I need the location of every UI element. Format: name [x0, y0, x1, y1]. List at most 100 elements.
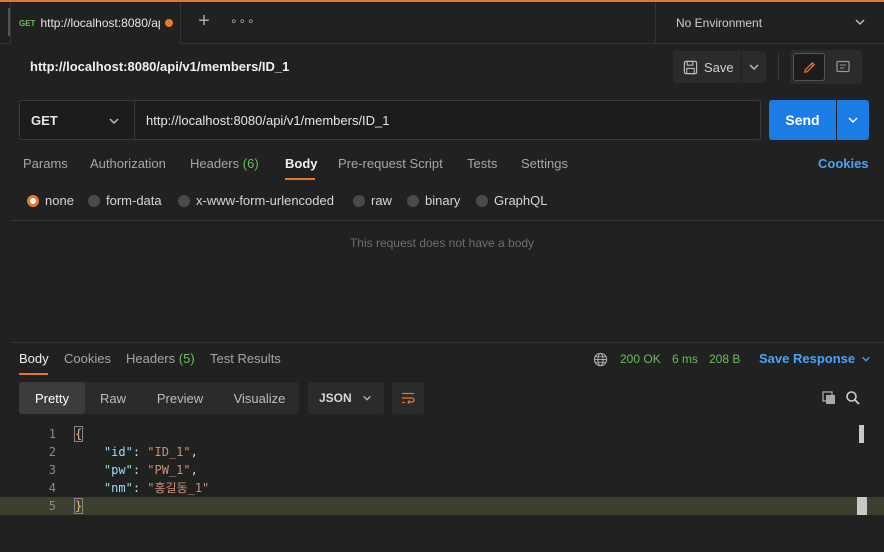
- language-select[interactable]: JSON: [308, 382, 384, 414]
- response-tab-cookies[interactable]: Cookies: [64, 351, 111, 366]
- previous-tab-edge[interactable]: [0, 8, 10, 36]
- json-value: "ID_1": [147, 445, 191, 459]
- body-type-none-label: none: [45, 193, 74, 208]
- body-type-binary[interactable]: binary: [407, 193, 460, 208]
- url-value: http://localhost:8080/api/v1/members/ID_…: [146, 112, 390, 128]
- body-type-graphql[interactable]: GraphQL: [476, 193, 547, 208]
- response-time[interactable]: 6 ms: [672, 352, 698, 366]
- tab-tests[interactable]: Tests: [467, 156, 497, 171]
- code-text: {: [73, 425, 84, 443]
- method-value: GET: [31, 112, 58, 128]
- code-line: 3 "pw": "PW_1",: [0, 461, 884, 479]
- body-type-urlencoded-label: x-www-form-urlencoded: [196, 193, 334, 208]
- request-tab-active[interactable]: GET http://localhost:8080/api/v1/members…: [10, 2, 181, 44]
- globe-icon[interactable]: [593, 352, 608, 367]
- tab-authorization[interactable]: Authorization: [90, 156, 166, 171]
- line-number: 4: [48, 481, 56, 495]
- radio-icon: [178, 194, 190, 207]
- json-key: "id": [103, 445, 133, 459]
- active-tab-indicator: [285, 178, 315, 180]
- tab-authorization-label: Authorization: [90, 156, 166, 171]
- more-options-icon[interactable]: ∘∘∘: [230, 14, 256, 28]
- close-brace: }: [73, 498, 84, 514]
- tab-params-label: Params: [23, 156, 68, 171]
- edit-mode-button[interactable]: [793, 53, 825, 81]
- chevron-down-icon: [749, 64, 759, 71]
- radio-icon: [476, 194, 488, 207]
- open-brace: {: [73, 426, 84, 442]
- tab-headers[interactable]: Headers (6): [190, 156, 259, 171]
- chevron-down-icon: [848, 117, 858, 124]
- view-preview-button[interactable]: Preview: [145, 382, 215, 414]
- radio-checked-icon: [27, 194, 39, 207]
- radio-icon: [88, 194, 100, 207]
- wrap-lines-button[interactable]: [392, 382, 424, 414]
- url-input[interactable]: http://localhost:8080/api/v1/members/ID_…: [135, 100, 761, 140]
- code-text: "nm": "홍길동_1": [103, 481, 210, 495]
- request-title[interactable]: http://localhost:8080/api/v1/members/ID_…: [30, 59, 289, 74]
- tab-bar: GET http://localhost:8080/api/v1/members…: [0, 0, 884, 44]
- chevron-down-icon: [363, 395, 371, 401]
- response-headers-count: (5): [178, 351, 195, 366]
- save-icon: [683, 60, 698, 74]
- radio-icon: [407, 194, 419, 207]
- search-icon[interactable]: [845, 390, 861, 406]
- response-divider[interactable]: [11, 342, 884, 343]
- environment-label: No Environment: [676, 16, 763, 30]
- body-type-raw[interactable]: raw: [353, 193, 392, 208]
- pencil-icon: [803, 61, 815, 73]
- toolbar-divider: [778, 54, 779, 80]
- line-number: 5: [48, 499, 56, 513]
- environment-select[interactable]: No Environment: [655, 2, 884, 44]
- tab-method: GET: [19, 18, 36, 28]
- response-tab-body[interactable]: Body: [19, 351, 49, 366]
- body-type-form-data-label: form-data: [106, 193, 162, 208]
- view-raw-button[interactable]: Raw: [89, 382, 137, 414]
- scrollbar-marker[interactable]: [857, 497, 867, 515]
- empty-body-message: This request does not have a body: [349, 236, 535, 250]
- body-type-binary-label: binary: [425, 193, 461, 208]
- plus-icon[interactable]: +: [195, 11, 213, 32]
- body-type-form-data[interactable]: form-data: [88, 193, 162, 208]
- body-type-none[interactable]: none: [27, 193, 74, 208]
- cookies-link[interactable]: Cookies: [818, 156, 869, 171]
- radio-icon: [353, 194, 365, 207]
- tab-body[interactable]: Body: [285, 156, 318, 171]
- line-number: 1: [48, 427, 56, 441]
- response-tab-test-results[interactable]: Test Results: [210, 351, 281, 366]
- method-select[interactable]: GET: [19, 100, 135, 140]
- json-key: "nm": [103, 481, 133, 495]
- tab-pre-request-script-label: Pre-request Script: [338, 156, 443, 171]
- tab-settings[interactable]: Settings: [521, 156, 568, 171]
- body-type-x-www-form-urlencoded[interactable]: x-www-form-urlencoded: [178, 193, 334, 208]
- response-body-editor[interactable]: 1 { 2 "id": "ID_1", 3 "pw": "PW_1", 4 "n…: [0, 425, 884, 552]
- tab-pre-request-script[interactable]: Pre-request Script: [338, 156, 443, 171]
- view-visualize-button[interactable]: Visualize: [222, 382, 297, 414]
- status-code[interactable]: 200 OK: [620, 352, 661, 366]
- code-line: 4 "nm": "홍길동_1": [0, 479, 884, 497]
- copy-icon[interactable]: [821, 390, 837, 406]
- response-size[interactable]: 208 B: [709, 352, 740, 366]
- save-response-button[interactable]: Save Response: [759, 351, 871, 366]
- chevron-down-icon: [862, 356, 870, 362]
- json-comma: ,: [190, 463, 198, 477]
- documentation-mode-button[interactable]: [828, 53, 858, 81]
- line-number: 2: [48, 445, 56, 459]
- save-button[interactable]: Save: [673, 51, 741, 83]
- scrollbar-thumb[interactable]: [859, 425, 864, 443]
- chevron-down-icon: [109, 118, 119, 125]
- send-options-dropdown[interactable]: [837, 100, 869, 140]
- response-tab-body-label: Body: [19, 351, 49, 366]
- tab-url: http://localhost:8080/api/v1/members/ID_…: [40, 16, 160, 30]
- code-text: "id": "ID_1",: [103, 445, 198, 459]
- response-tab-cookies-label: Cookies: [64, 351, 111, 366]
- tab-params[interactable]: Params: [23, 156, 68, 171]
- response-tab-headers[interactable]: Headers (5): [126, 351, 195, 366]
- save-options-dropdown[interactable]: [742, 51, 766, 83]
- active-response-tab-indicator: [19, 373, 48, 375]
- view-pretty-button[interactable]: Pretty: [19, 382, 85, 414]
- line-number: 3: [48, 463, 56, 477]
- response-tab-test-results-label: Test Results: [210, 351, 281, 366]
- unsaved-dot-icon: [165, 19, 174, 27]
- send-button[interactable]: Send: [769, 100, 836, 140]
